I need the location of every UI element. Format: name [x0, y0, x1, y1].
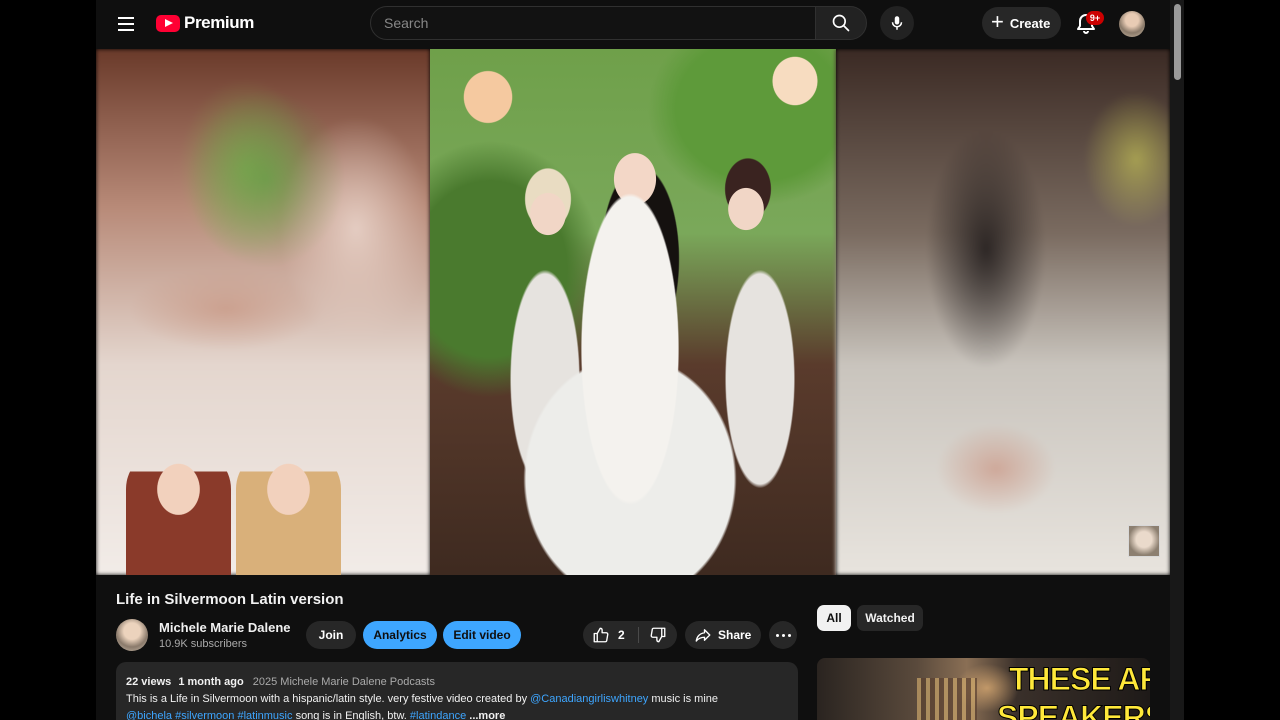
chip-all[interactable]: All — [817, 605, 851, 631]
elf-figure-red — [126, 449, 231, 575]
share-button[interactable]: Share — [685, 621, 761, 649]
description-mid: song is in English, btw. — [295, 710, 407, 720]
thumbnail-text-line2: SPEAKERS — [996, 699, 1150, 720]
hashtag-link[interactable]: #latindance — [410, 710, 466, 720]
channel-name[interactable]: Michele Marie Dalene — [159, 620, 291, 635]
scrollbar-thumb[interactable] — [1174, 4, 1181, 80]
player-blur-right — [836, 49, 1170, 575]
more-actions-button[interactable] — [769, 621, 797, 649]
subscriber-count: 10.9K subscribers — [159, 638, 248, 650]
notification-badge: 9+ — [1086, 11, 1104, 25]
recommended-video-thumbnail[interactable]: THESE ARE SPEAKERS — [817, 658, 1150, 720]
dislike-button[interactable] — [639, 621, 677, 649]
top-header: Premium + Create 9+ — [96, 0, 1170, 47]
logo-text: Premium — [184, 13, 254, 32]
like-count: 2 — [618, 628, 625, 642]
plus-icon: + — [991, 9, 1004, 34]
share-icon — [695, 629, 711, 642]
menu-icon[interactable] — [114, 12, 138, 36]
youtube-logo-icon — [156, 14, 180, 32]
like-dislike-bar: 2 — [583, 621, 677, 649]
account-avatar[interactable] — [1119, 11, 1145, 37]
view-count: 22 views — [126, 676, 172, 688]
search-box[interactable] — [370, 6, 816, 40]
analytics-button[interactable]: Analytics — [363, 621, 437, 649]
description-tail: music is mine — [651, 693, 718, 705]
more-icon-dot — [775, 633, 779, 637]
video-player[interactable] — [96, 49, 1170, 575]
share-label: Share — [718, 628, 752, 642]
description-line-2: @bichela #silvermoon #latinmusic song is… — [126, 708, 788, 720]
hashtag-link[interactable]: #latinmusic — [237, 710, 292, 720]
youtube-logo[interactable]: Premium — [156, 13, 254, 33]
edit-video-button[interactable]: Edit video — [443, 621, 521, 649]
youtube-watch-page: Premium + Create 9+ Life in Silvermoon L… — [96, 0, 1170, 720]
page-scrollbar[interactable] — [1170, 0, 1184, 720]
like-button[interactable]: 2 — [583, 621, 638, 649]
hashtag-link[interactable]: @bichela — [126, 710, 172, 720]
thumbs-down-icon — [650, 627, 666, 643]
video-frame — [430, 49, 836, 575]
show-more-link[interactable]: ...more — [469, 710, 505, 720]
thumbs-up-icon — [593, 627, 609, 643]
create-button[interactable]: + Create — [982, 7, 1061, 39]
player-blur-foliage — [186, 89, 346, 269]
channel-avatar[interactable] — [116, 619, 148, 651]
search-button[interactable] — [815, 6, 867, 40]
more-icon-dot — [781, 633, 785, 637]
thumbnail-speaker-graphic — [917, 678, 977, 720]
chip-watched[interactable]: Watched — [857, 605, 923, 631]
create-label: Create — [1009, 15, 1051, 31]
voice-search-button[interactable] — [880, 6, 914, 40]
thumbnail-text-line1: THESE ARE — [1009, 661, 1150, 697]
upload-age: 1 month ago — [178, 676, 244, 688]
hashtag-link[interactable]: #silvermoon — [175, 710, 234, 720]
video-title: Life in Silvermoon Latin version — [116, 591, 344, 608]
search-icon — [832, 14, 850, 32]
channel-watermark[interactable] — [1128, 525, 1160, 557]
description-meta: 22 views 1 month ago 2025 Michele Marie … — [126, 674, 788, 691]
description-line-1: This is a Life in Silvermoon with a hisp… — [126, 691, 788, 708]
join-button[interactable]: Join — [306, 621, 356, 649]
more-icon-dot — [787, 633, 791, 637]
mic-icon — [891, 16, 903, 30]
copyright-line: 2025 Michele Marie Dalene Podcasts — [252, 676, 435, 688]
description-box[interactable]: 22 views 1 month ago 2025 Michele Marie … — [116, 662, 798, 720]
description-text: This is a Life in Silvermoon with a hisp… — [126, 693, 528, 705]
elf-figure-blonde — [236, 449, 341, 575]
search-input[interactable] — [371, 7, 815, 39]
mention-link[interactable]: @Canadiangirliswhitney — [530, 693, 648, 705]
